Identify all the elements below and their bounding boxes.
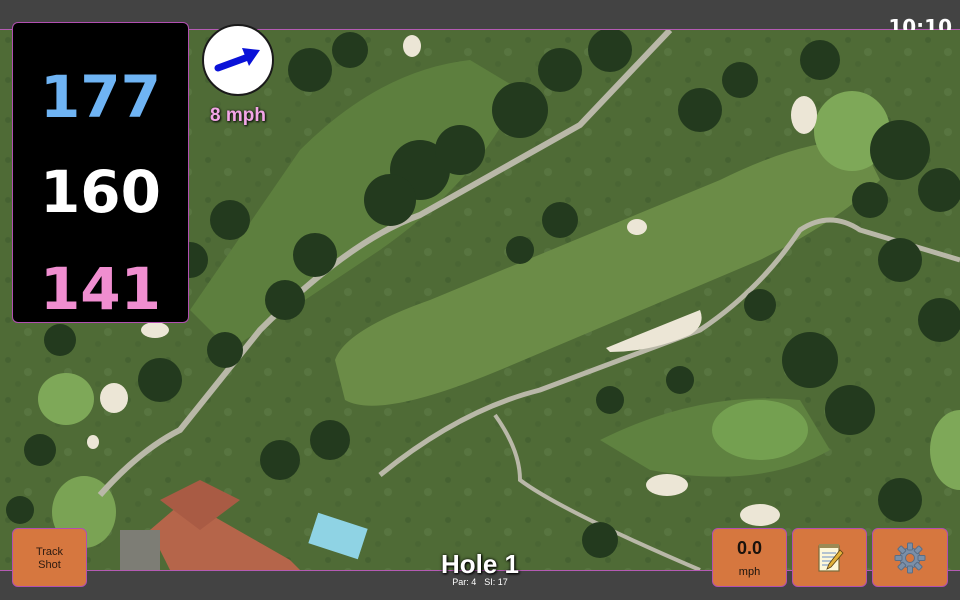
parking-lot <box>120 530 160 570</box>
speed-unit: mph <box>738 566 761 578</box>
wind-indicator <box>202 24 274 96</box>
bunker <box>141 322 169 338</box>
notes-button[interactable] <box>792 528 867 587</box>
speed-button[interactable]: 0.0 mph <box>712 528 787 587</box>
bunker <box>740 504 780 526</box>
golf-gps-screen: 10:10 177 160 141 8 mph Track Shot Hole … <box>0 0 960 600</box>
track-shot-label: Track Shot <box>35 546 64 571</box>
bunker <box>627 219 647 235</box>
gear-icon <box>894 542 926 573</box>
hole-info: Par: 4 SI: 17 <box>380 577 580 587</box>
green-left <box>38 373 94 425</box>
hole-stroke-index: SI: 17 <box>484 577 508 587</box>
distance-front: 141 <box>39 255 162 323</box>
bunker <box>403 35 421 57</box>
bunker <box>646 474 688 496</box>
bunker <box>87 435 99 449</box>
bunker <box>791 96 817 134</box>
track-shot-button[interactable]: Track Shot <box>12 528 87 587</box>
hole-title: Hole 1 <box>440 549 520 579</box>
wind-speed: 8 mph <box>210 105 266 126</box>
distance-middle: 160 <box>39 158 162 226</box>
speed-value: 0.0 <box>736 538 763 558</box>
hole-par: Par: 4 <box>452 577 477 587</box>
distance-panel: 177 160 141 <box>12 22 189 323</box>
notepad-icon <box>817 543 844 572</box>
settings-button[interactable] <box>872 528 948 587</box>
bunker <box>100 383 128 413</box>
green-mid-right <box>712 400 808 460</box>
wind-arrow-icon <box>214 48 260 72</box>
distance-back: 177 <box>39 63 162 131</box>
